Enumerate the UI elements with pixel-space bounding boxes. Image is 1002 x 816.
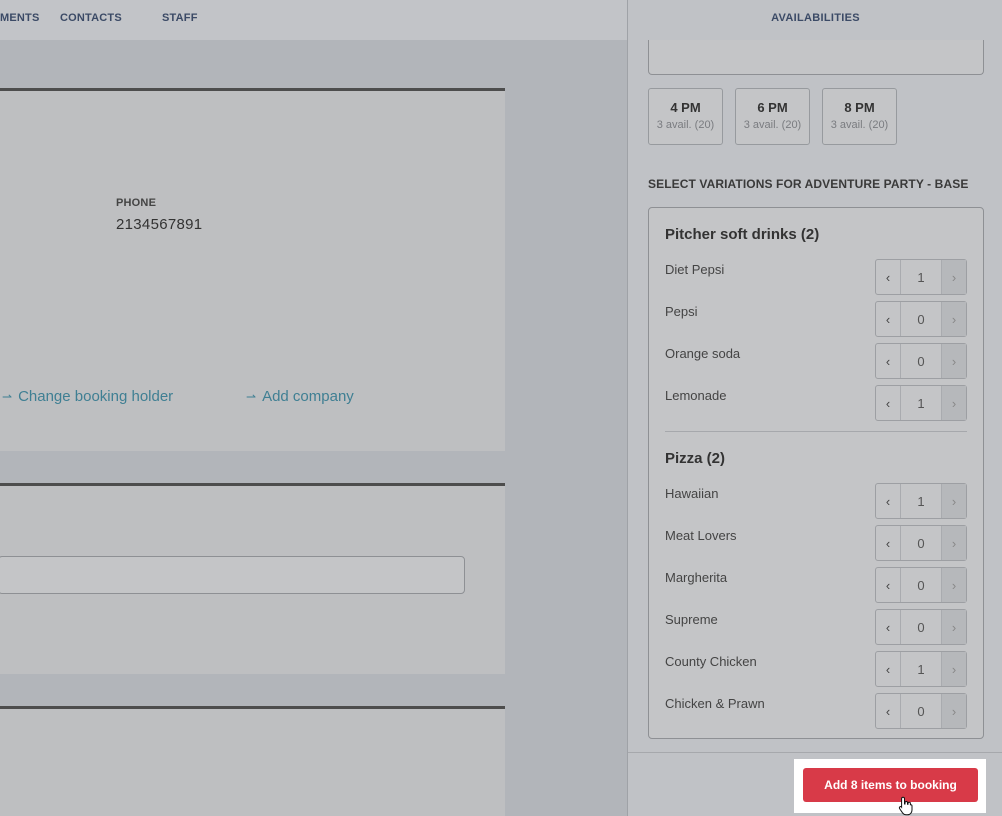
quantity-value[interactable]: 0 bbox=[901, 694, 941, 728]
decrement-button[interactable]: ‹ bbox=[876, 652, 901, 686]
time-slot-8pm[interactable]: 8 PM 3 avail. (20) bbox=[822, 88, 897, 145]
nav-item-appointments[interactable]: MENTS bbox=[0, 12, 40, 24]
quantity-value[interactable]: 0 bbox=[901, 526, 941, 560]
add-company-label: Add company bbox=[262, 388, 354, 405]
increment-button[interactable]: › bbox=[941, 484, 966, 518]
quantity-value[interactable]: 0 bbox=[901, 344, 941, 378]
variation-label: Margherita bbox=[665, 570, 728, 585]
decrement-button[interactable]: ‹ bbox=[876, 694, 901, 728]
decrement-button[interactable]: ‹ bbox=[876, 260, 901, 294]
increment-button[interactable]: › bbox=[941, 610, 966, 644]
quantity-value[interactable]: 1 bbox=[901, 386, 941, 420]
add-company-link[interactable]: ⇀ Add company bbox=[246, 388, 354, 405]
arrow-swap-icon: ⇀ bbox=[2, 390, 13, 404]
variation-row: Chicken & Prawn ‹ 0 › bbox=[665, 693, 967, 729]
variation-row: Supreme ‹ 0 › bbox=[665, 609, 967, 645]
group-title-drinks: Pitcher soft drinks (2) bbox=[665, 226, 820, 243]
add-button-highlight: Add 8 items to booking bbox=[794, 759, 986, 813]
variation-label: Hawaiian bbox=[665, 486, 719, 501]
variation-label: Orange soda bbox=[665, 346, 741, 361]
booking-holder-card: PHONE 2134567891 ⇀ Change booking holder … bbox=[0, 88, 505, 451]
increment-button[interactable]: › bbox=[941, 568, 966, 602]
details-card bbox=[0, 483, 505, 674]
increment-button[interactable]: › bbox=[941, 652, 966, 686]
variation-row: Orange soda ‹ 0 › bbox=[665, 343, 967, 379]
add-items-to-booking-button[interactable]: Add 8 items to booking bbox=[803, 768, 978, 802]
decrement-button[interactable]: ‹ bbox=[876, 484, 901, 518]
quantity-stepper: ‹ 1 › bbox=[875, 483, 967, 519]
variations-heading: SELECT VARIATIONS FOR ADVENTURE PARTY - … bbox=[648, 177, 969, 191]
top-navigation: MENTS CONTACTS STAFF bbox=[0, 0, 627, 40]
slot-time: 8 PM bbox=[844, 100, 875, 115]
group-divider bbox=[665, 431, 967, 432]
quantity-stepper: ‹ 0 › bbox=[875, 609, 967, 645]
variation-row: Pepsi ‹ 0 › bbox=[665, 301, 967, 337]
decrement-button[interactable]: ‹ bbox=[876, 610, 901, 644]
variation-row: Margherita ‹ 0 › bbox=[665, 567, 967, 603]
decrement-button[interactable]: ‹ bbox=[876, 568, 901, 602]
change-booking-holder-label: Change booking holder bbox=[18, 388, 174, 405]
quantity-stepper: ‹ 0 › bbox=[875, 343, 967, 379]
variation-label: Meat Lovers bbox=[665, 528, 737, 543]
availabilities-panel: AVAILABILITIES 4 PM 3 avail. (20) 6 PM 3… bbox=[627, 0, 1002, 816]
slot-availability: 3 avail. (20) bbox=[830, 119, 889, 131]
extra-card bbox=[0, 706, 505, 816]
variation-row: County Chicken ‹ 1 › bbox=[665, 651, 967, 687]
variation-label: County Chicken bbox=[665, 654, 757, 669]
variation-row: Lemonade ‹ 1 › bbox=[665, 385, 967, 421]
decrement-button[interactable]: ‹ bbox=[876, 386, 901, 420]
quantity-stepper: ‹ 1 › bbox=[875, 651, 967, 687]
variation-label: Supreme bbox=[665, 612, 718, 627]
variation-label: Chicken & Prawn bbox=[665, 696, 765, 711]
slot-time: 6 PM bbox=[757, 100, 788, 115]
increment-button[interactable]: › bbox=[941, 344, 966, 378]
variation-row: Hawaiian ‹ 1 › bbox=[665, 483, 967, 519]
nav-item-contacts[interactable]: CONTACTS bbox=[60, 12, 122, 24]
time-slot-6pm[interactable]: 6 PM 3 avail. (20) bbox=[735, 88, 810, 145]
quantity-value[interactable]: 1 bbox=[901, 652, 941, 686]
arrow-swap-icon: ⇀ bbox=[246, 390, 257, 404]
slot-availability: 3 avail. (20) bbox=[743, 119, 802, 131]
increment-button[interactable]: › bbox=[941, 694, 966, 728]
nav-item-staff[interactable]: STAFF bbox=[162, 12, 198, 24]
quantity-value[interactable]: 1 bbox=[901, 260, 941, 294]
variation-label: Pepsi bbox=[665, 304, 698, 319]
decrement-button[interactable]: ‹ bbox=[876, 344, 901, 378]
quantity-stepper: ‹ 1 › bbox=[875, 385, 967, 421]
quantity-value[interactable]: 0 bbox=[901, 302, 941, 336]
variation-label: Lemonade bbox=[665, 388, 727, 403]
change-booking-holder-link[interactable]: ⇀ Change booking holder bbox=[2, 388, 173, 405]
quantity-stepper: ‹ 0 › bbox=[875, 301, 967, 337]
time-slot-4pm[interactable]: 4 PM 3 avail. (20) bbox=[648, 88, 723, 145]
phone-label: PHONE bbox=[116, 197, 157, 209]
increment-button[interactable]: › bbox=[941, 260, 966, 294]
quantity-value[interactable]: 0 bbox=[901, 568, 941, 602]
decrement-button[interactable]: ‹ bbox=[876, 302, 901, 336]
quantity-stepper: ‹ 0 › bbox=[875, 567, 967, 603]
quantity-stepper: ‹ 1 › bbox=[875, 259, 967, 295]
phone-value: 2134567891 bbox=[116, 216, 203, 233]
quantity-value[interactable]: 0 bbox=[901, 610, 941, 644]
quantity-stepper: ‹ 0 › bbox=[875, 525, 967, 561]
panel-title: AVAILABILITIES bbox=[771, 12, 860, 24]
previous-section-box bbox=[648, 40, 984, 75]
variation-row: Diet Pepsi ‹ 1 › bbox=[665, 259, 967, 295]
increment-button[interactable]: › bbox=[941, 302, 966, 336]
increment-button[interactable]: › bbox=[941, 526, 966, 560]
quantity-stepper: ‹ 0 › bbox=[875, 693, 967, 729]
increment-button[interactable]: › bbox=[941, 386, 966, 420]
hand-pointer-icon bbox=[898, 796, 913, 816]
slot-time: 4 PM bbox=[670, 100, 701, 115]
text-input[interactable] bbox=[0, 556, 465, 594]
slot-availability: 3 avail. (20) bbox=[656, 119, 715, 131]
variation-label: Diet Pepsi bbox=[665, 262, 725, 277]
variations-box: Pitcher soft drinks (2) Diet Pepsi ‹ 1 ›… bbox=[648, 207, 984, 739]
variation-row: Meat Lovers ‹ 0 › bbox=[665, 525, 967, 561]
decrement-button[interactable]: ‹ bbox=[876, 526, 901, 560]
quantity-value[interactable]: 1 bbox=[901, 484, 941, 518]
group-title-pizza: Pizza (2) bbox=[665, 450, 726, 467]
